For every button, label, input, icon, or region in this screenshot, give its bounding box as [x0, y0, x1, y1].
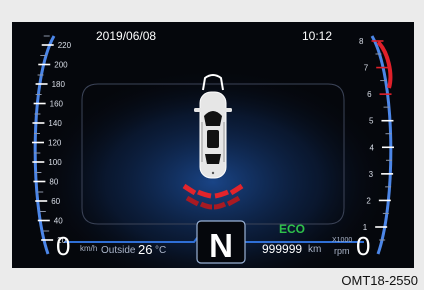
tach-tick-label: 7 — [364, 64, 369, 73]
tach-tick-label: 4 — [370, 143, 375, 152]
odometer-unit: km — [308, 244, 322, 255]
speed-tick-label: 180 — [52, 80, 66, 89]
cluster-graphics: N 20406080100120140160180200220 12345678 — [32, 35, 394, 268]
tach-unit-multiplier: X1000 — [332, 237, 353, 244]
instrument-cluster-display: N 20 40 60 80 100 120 140 160 180 200 220 12345678 — [12, 22, 414, 268]
tach-tick-label: 6 — [367, 90, 372, 99]
time-display: 10:12 — [302, 29, 333, 43]
speed-unit: km/h — [80, 244, 98, 253]
speed-tick-label: 100 — [48, 158, 62, 167]
speed-tick-label: 200 — [54, 61, 68, 70]
speed-tick-label: 80 — [49, 178, 58, 187]
tach-value: 0 — [356, 231, 371, 261]
outside-temp-value: 26 — [138, 242, 153, 257]
gear-indicator: N — [209, 227, 233, 264]
eco-mode-indicator: ECO — [279, 222, 306, 236]
tach-unit: rpm — [334, 246, 350, 256]
speed-tick-label: 220 — [58, 41, 72, 50]
speed-value: 0 — [56, 231, 71, 261]
figure-code: OMT18-2550 — [341, 273, 418, 288]
outside-label: Outside — [101, 245, 136, 256]
outside-temp-unit: °C — [155, 245, 167, 256]
speed-tick-label: 140 — [48, 119, 62, 128]
tach-tick-label: 2 — [366, 196, 371, 205]
tach-tick-label: 3 — [369, 170, 374, 179]
tach-tick-label: 5 — [369, 117, 374, 126]
odometer-value: 999999 — [262, 242, 303, 256]
speed-tick-label: 160 — [50, 100, 64, 109]
speed-tick-label: 40 — [54, 217, 63, 226]
tach-tick-label: 8 — [359, 37, 364, 46]
date-display: 2019/06/08 — [96, 29, 157, 43]
speed-tick-label: 120 — [48, 139, 62, 148]
speed-tick-label: 60 — [51, 197, 60, 206]
